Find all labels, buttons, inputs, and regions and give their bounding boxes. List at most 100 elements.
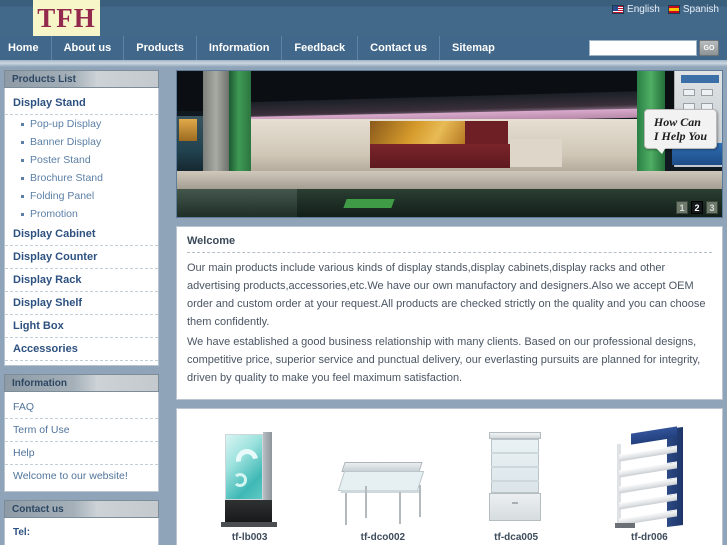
product-card[interactable]: tf-lb003 xyxy=(187,424,312,543)
sidebar-item-label: Promotion xyxy=(30,208,78,220)
sidebar-item-label: Poster Stand xyxy=(30,154,91,166)
sidebar-item-faq[interactable]: FAQ xyxy=(5,396,158,419)
banner-help-bubble[interactable]: How Can I Help You xyxy=(643,109,717,154)
hero-banner[interactable]: How Can I Help You 1 2 3 xyxy=(176,70,723,218)
sidebar-item-label: Folding Panel xyxy=(30,190,95,202)
product-code: tf-dca005 xyxy=(494,532,539,543)
products-list-body: Display Stand Pop-up Display Banner Disp… xyxy=(4,88,159,366)
banner-kiosk-button xyxy=(683,89,695,96)
banner-white-counter xyxy=(510,139,562,167)
sidebar-item-help[interactable]: Help xyxy=(5,442,158,465)
sidebar-item-welcome[interactable]: Welcome to our website! xyxy=(5,465,158,487)
display-counter-illustration xyxy=(337,458,429,528)
sidebar-item-poster-stand[interactable]: Poster Stand xyxy=(5,151,158,169)
sidebar-category-display-cabinet[interactable]: Display Cabinet xyxy=(5,223,158,246)
bullet-icon xyxy=(21,122,24,126)
counter-leg xyxy=(344,493,347,525)
light-box-panel xyxy=(224,434,263,500)
product-card[interactable]: tf-dco002 xyxy=(320,424,445,543)
banner-kiosk-screen xyxy=(681,75,719,83)
search-area: GO xyxy=(589,40,719,56)
sidebar-category-display-shelf[interactable]: Display Shelf xyxy=(5,292,158,315)
cabinet-top xyxy=(489,432,542,439)
banner-store-sign xyxy=(370,121,465,144)
spain-flag-icon xyxy=(667,5,680,14)
sidebar-category-display-rack[interactable]: Display Rack xyxy=(5,269,158,292)
nav-items: Home About us Products Information Feedb… xyxy=(0,36,507,60)
sidebar-item-promotion[interactable]: Promotion xyxy=(5,205,158,223)
welcome-paragraph-2: We have established a good business rela… xyxy=(187,336,701,384)
language-spanish[interactable]: Spanish xyxy=(667,4,719,15)
sidebar-category-display-counter[interactable]: Display Counter xyxy=(5,246,158,269)
banner-grey-pillar xyxy=(203,71,229,171)
banner-pagination: 1 2 3 xyxy=(676,201,718,214)
featured-products: tf-lb003 tf-dco002 tf-dca005 tf-dr006 xyxy=(176,408,723,545)
sidebar-item-label: Banner Display xyxy=(30,136,102,148)
main-content: How Can I Help You 1 2 3 Welcome Our mai… xyxy=(176,70,723,545)
products-list-panel: Products List Display Stand Pop-up Displ… xyxy=(4,70,159,366)
nav-item-about-us[interactable]: About us xyxy=(52,36,125,60)
contact-tel: Tel: xyxy=(13,527,31,538)
welcome-paragraph-1: Our main products include various kinds … xyxy=(187,262,706,328)
banner-store-sign-secondary xyxy=(465,121,508,144)
bullet-icon xyxy=(21,158,24,162)
sidebar-item-term-of-use[interactable]: Term of Use xyxy=(5,419,158,442)
language-selector: English Spanish xyxy=(612,4,719,15)
sidebar: Products List Display Stand Pop-up Displ… xyxy=(4,70,159,545)
banner-help-line1: How Can xyxy=(653,115,701,129)
nav-item-home[interactable]: Home xyxy=(0,36,52,60)
search-input[interactable] xyxy=(589,40,697,56)
product-card[interactable]: tf-dca005 xyxy=(454,424,579,543)
product-code: tf-lb003 xyxy=(231,532,268,543)
products-list-title: Products List xyxy=(4,70,159,88)
main-navigation: Home About us Products Information Feedb… xyxy=(0,36,727,60)
sidebar-category-accessories[interactable]: Accessories xyxy=(5,338,158,361)
banner-kiosk-button xyxy=(701,89,713,96)
search-go-button[interactable]: GO xyxy=(699,40,719,56)
language-english[interactable]: English xyxy=(612,4,660,15)
cabinet-shelf xyxy=(491,466,540,468)
header-divider xyxy=(0,60,727,67)
sidebar-item-label: Brochure Stand xyxy=(30,172,103,184)
nav-item-sitemap[interactable]: Sitemap xyxy=(440,36,507,60)
information-panel-body: FAQ Term of Use Help Welcome to our webs… xyxy=(4,392,159,492)
banner-page-3[interactable]: 3 xyxy=(706,201,718,214)
bullet-icon xyxy=(21,140,24,144)
counter-leg xyxy=(398,492,401,524)
sidebar-item-label: Pop-up Display xyxy=(30,118,102,130)
page-root: TFH English Spanish Home About us Produc… xyxy=(0,0,727,545)
nav-item-products[interactable]: Products xyxy=(124,36,197,60)
light-box-illustration xyxy=(220,432,279,528)
nav-item-contact-us[interactable]: Contact us xyxy=(358,36,441,60)
nav-item-information[interactable]: Information xyxy=(197,36,283,60)
sidebar-item-folding-panel[interactable]: Folding Panel xyxy=(5,187,158,205)
banner-left-shop-light xyxy=(179,119,197,141)
sidebar-category-light-box[interactable]: Light Box xyxy=(5,315,158,338)
site-logo[interactable]: TFH xyxy=(33,0,100,36)
cabinet-shelf xyxy=(491,480,540,482)
banner-page-1[interactable]: 1 xyxy=(676,201,688,214)
banner-road-reflection xyxy=(177,189,297,217)
banner-page-2[interactable]: 2 xyxy=(691,201,703,214)
banner-floor xyxy=(177,171,722,191)
contact-us-panel: Contact us Tel: Fax: Email:sales@tfh-dis… xyxy=(4,500,159,545)
bullet-icon xyxy=(21,212,24,216)
language-spanish-label: Spanish xyxy=(682,4,719,15)
product-image-display-counter xyxy=(320,424,445,528)
welcome-box: Welcome Our main products include variou… xyxy=(176,226,723,400)
rack-foot xyxy=(615,523,636,528)
product-card[interactable]: tf-dr006 xyxy=(587,424,712,543)
banner-green-pillar-left xyxy=(229,71,251,175)
product-image-display-rack xyxy=(587,424,712,528)
banner-red-counter xyxy=(370,144,510,168)
sidebar-item-banner-display[interactable]: Banner Display xyxy=(5,133,158,151)
counter-shelf xyxy=(340,490,422,493)
sidebar-category-display-stand[interactable]: Display Stand xyxy=(5,92,158,115)
product-image-light-box xyxy=(187,424,312,528)
contact-us-panel-body: Tel: Fax: Email:sales@tfh-display.com MS… xyxy=(4,518,159,545)
sidebar-item-brochure-stand[interactable]: Brochure Stand xyxy=(5,169,158,187)
cabinet-shelf xyxy=(491,452,540,454)
nav-item-feedback[interactable]: Feedback xyxy=(282,36,359,60)
counter-leg xyxy=(418,485,421,517)
sidebar-item-pop-up-display[interactable]: Pop-up Display xyxy=(5,115,158,133)
